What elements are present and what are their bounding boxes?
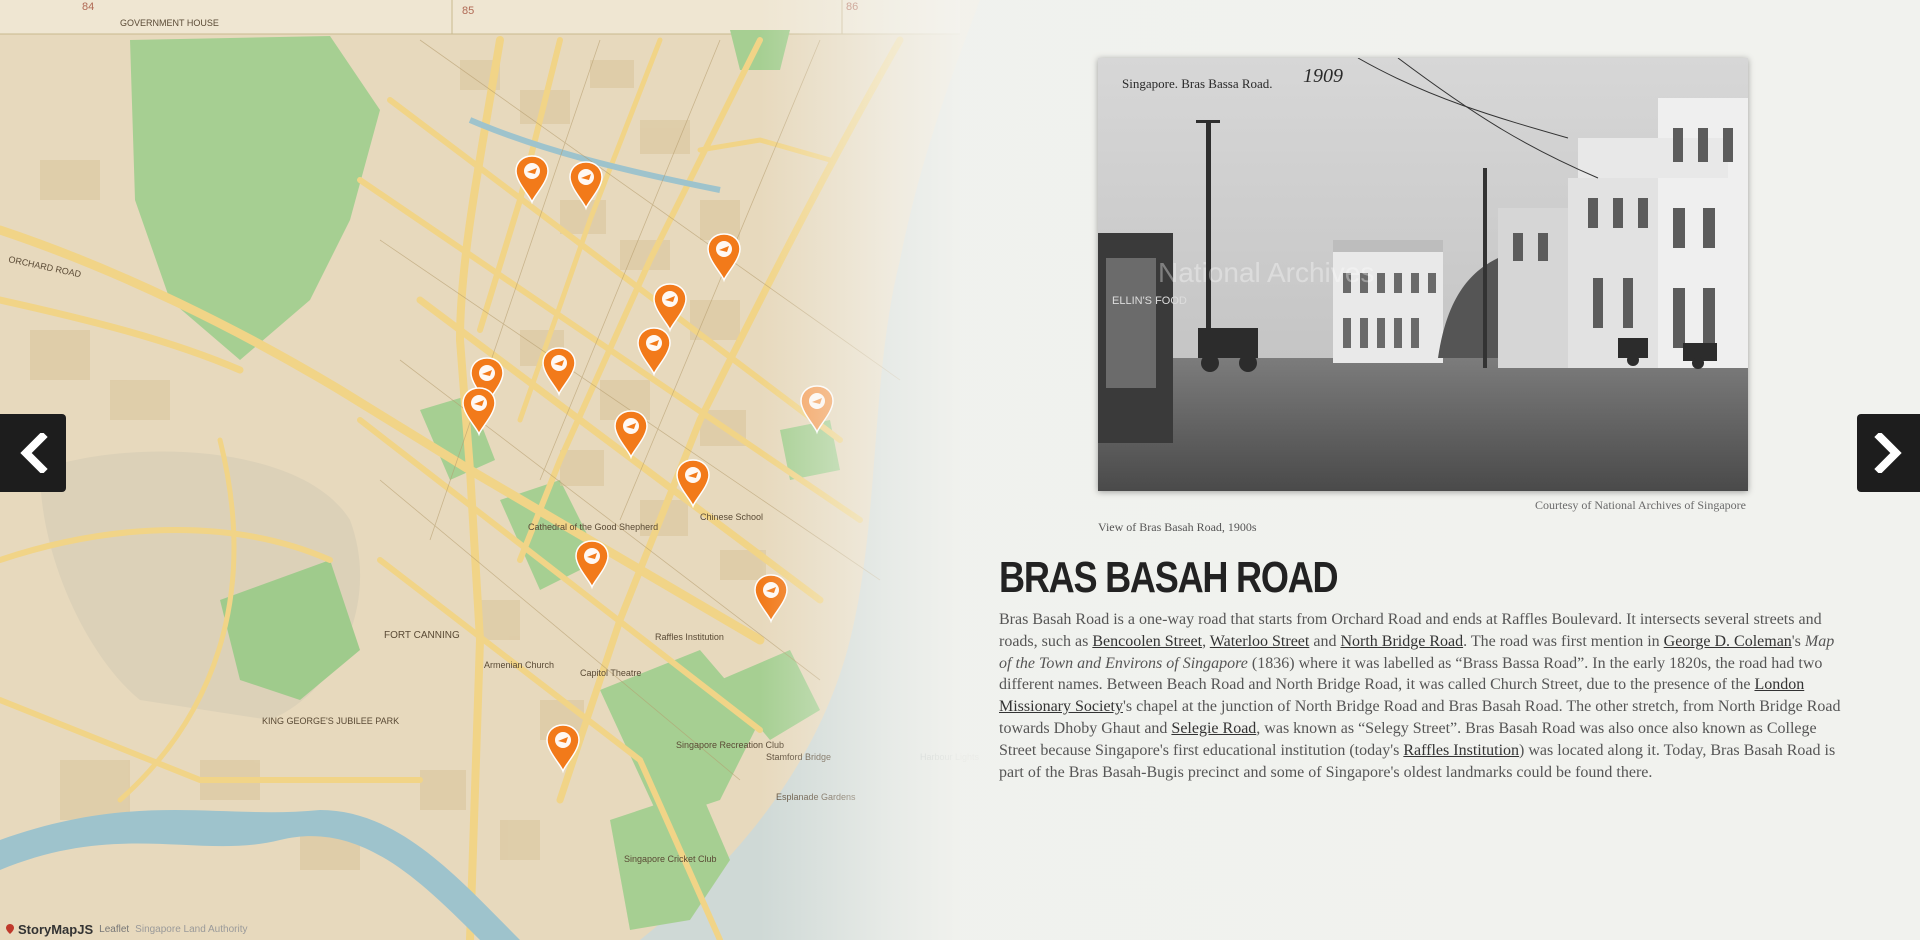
map-label: Singapore Cricket Club: [624, 854, 717, 864]
storymap-pin-icon: [6, 924, 14, 934]
map-label: Harbour Lights: [920, 752, 980, 762]
map-label: GOVERNMENT HOUSE: [120, 18, 219, 28]
storymapjs-logo[interactable]: StoryMapJS: [6, 922, 93, 937]
link-george-coleman[interactable]: George D. Coleman: [1664, 633, 1792, 650]
chevron-left-icon: [20, 433, 48, 473]
photo-shop-sign: ELLIN'S FOOD: [1112, 295, 1187, 307]
link-bencoolen-street[interactable]: Bencoolen Street: [1092, 633, 1202, 650]
chevron-right-icon: [1873, 433, 1902, 473]
map-label: Esplanade Gardens: [776, 792, 856, 802]
link-waterloo-street[interactable]: Waterloo Street: [1210, 633, 1310, 650]
grid-number: 85: [462, 5, 474, 17]
photo-year: 1909: [1303, 65, 1343, 87]
map-label: FORT CANNING: [384, 630, 460, 641]
brand-name: StoryMapJS: [18, 921, 94, 937]
map-label: Stamford Bridge: [766, 752, 831, 762]
photo-caption: View of Bras Basah Road, 1900s: [1098, 520, 1257, 534]
link-selegie-road[interactable]: Selegie Road: [1171, 720, 1256, 737]
link-raffles-institution[interactable]: Raffles Institution: [1403, 742, 1519, 759]
leaflet-link[interactable]: Leaflet: [99, 924, 129, 935]
slide-photo: ELLIN'S FOOD Singapore. Bras Bassa Road.…: [1098, 58, 1748, 491]
map-source: Singapore Land Authority: [135, 923, 248, 935]
map-label: Raffles Institution: [655, 632, 724, 642]
body-text: ,: [1202, 632, 1210, 650]
grid-number: 86: [846, 1, 858, 13]
map-label: Cathedral of the Good Shepherd: [528, 522, 658, 532]
photo-credit: Courtesy of National Archives of Singapo…: [1535, 498, 1746, 512]
map-label: KING GEORGE'S JUBILEE PARK: [262, 716, 399, 726]
body-text: 's: [1791, 632, 1805, 650]
next-slide-button[interactable]: [1857, 414, 1920, 492]
slide-headline: BRAS BASAH ROAD: [999, 553, 1339, 602]
map-label: Armenian Church: [484, 660, 554, 670]
body-text: and: [1309, 632, 1341, 650]
previous-slide-button[interactable]: [0, 414, 66, 492]
body-text: . The road was first mention in: [1463, 632, 1664, 650]
attribution-bar: StoryMapJS Leaflet Singapore Land Author…: [0, 918, 247, 940]
map-label: Singapore Recreation Club: [676, 740, 784, 750]
photo-title: Singapore. Bras Bassa Road.: [1122, 76, 1273, 91]
slide-body: Bras Basah Road is a one-way road that s…: [999, 609, 1849, 783]
map-label: Chinese School: [700, 512, 763, 522]
grid-number: 84: [82, 1, 94, 13]
map-label: Capitol Theatre: [580, 668, 641, 678]
link-north-bridge-road[interactable]: North Bridge Road: [1340, 633, 1463, 650]
photo-watermark: National Archives: [1158, 257, 1374, 288]
